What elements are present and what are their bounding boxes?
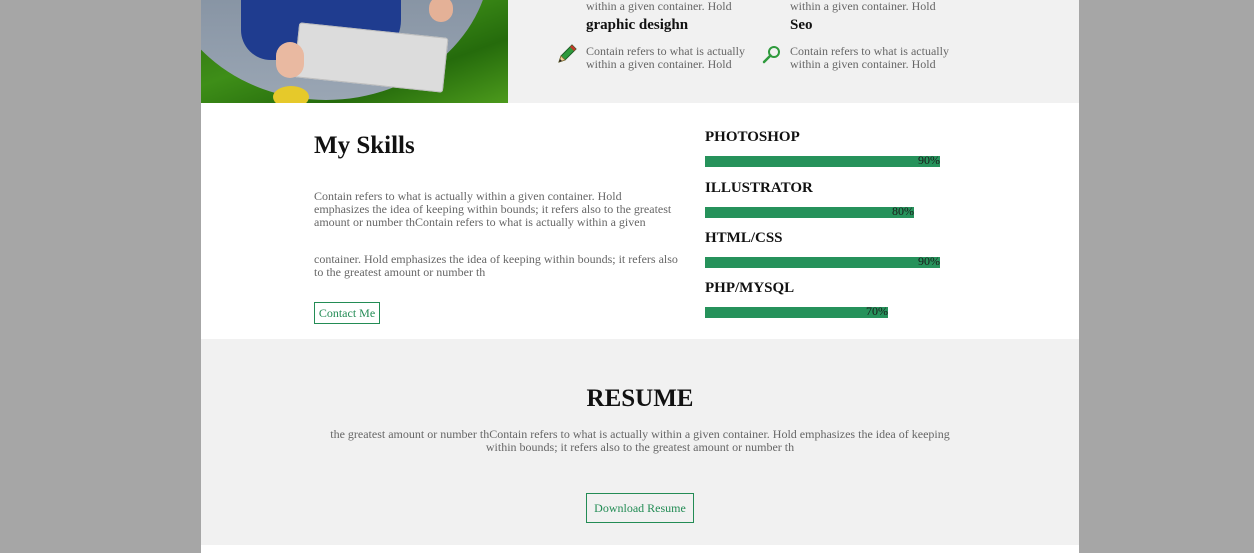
service-overflow-text: within a given container. Hold	[586, 0, 732, 13]
skills-paragraph-1: Contain refers to what is actually withi…	[314, 189, 672, 229]
service-title: Seo	[790, 17, 813, 33]
skill-name: ILLUSTRATOR	[705, 180, 813, 196]
skill-name: PHOTOSHOP	[705, 129, 800, 145]
download-resume-button[interactable]: Download Resume	[586, 493, 694, 523]
skill-percent: 80%	[892, 204, 914, 218]
skills-paragraph-2: container. Hold emphasizes the idea of k…	[314, 252, 678, 279]
skill-percent: 90%	[918, 254, 940, 268]
service-text: Contain refers to what is actually withi…	[790, 44, 949, 71]
skill-progress-bar: 70%	[705, 304, 888, 318]
skill-name: PHP/MYSQL	[705, 280, 795, 296]
skill-percent: 70%	[866, 304, 888, 318]
service-title: graphic desighn	[586, 17, 689, 33]
resume-title: RESUME	[586, 385, 694, 412]
services-band: within a given container. Hold graphic d…	[201, 0, 1079, 103]
skill-percent: 90%	[918, 153, 940, 167]
resume-text: the greatest amount or number thContain …	[330, 427, 950, 454]
skill-progress-bar: 90%	[705, 153, 940, 167]
page: within a given container. Hold graphic d…	[201, 0, 1079, 553]
skills-title: My Skills	[314, 132, 415, 159]
profile-photo	[201, 0, 508, 103]
skill-name: HTML/CSS	[705, 230, 783, 246]
pencil-icon	[558, 44, 577, 63]
resume-section: RESUME the greatest amount or number thC…	[201, 339, 1079, 545]
skill-progress-bar: 90%	[705, 254, 940, 268]
magnifier-icon	[762, 46, 780, 64]
service-text: Contain refers to what is actually withi…	[586, 44, 745, 71]
contact-me-button[interactable]: Contact Me	[314, 302, 380, 324]
skill-progress-bar: 80%	[705, 204, 914, 218]
service-overflow-text: within a given container. Hold	[790, 0, 936, 13]
